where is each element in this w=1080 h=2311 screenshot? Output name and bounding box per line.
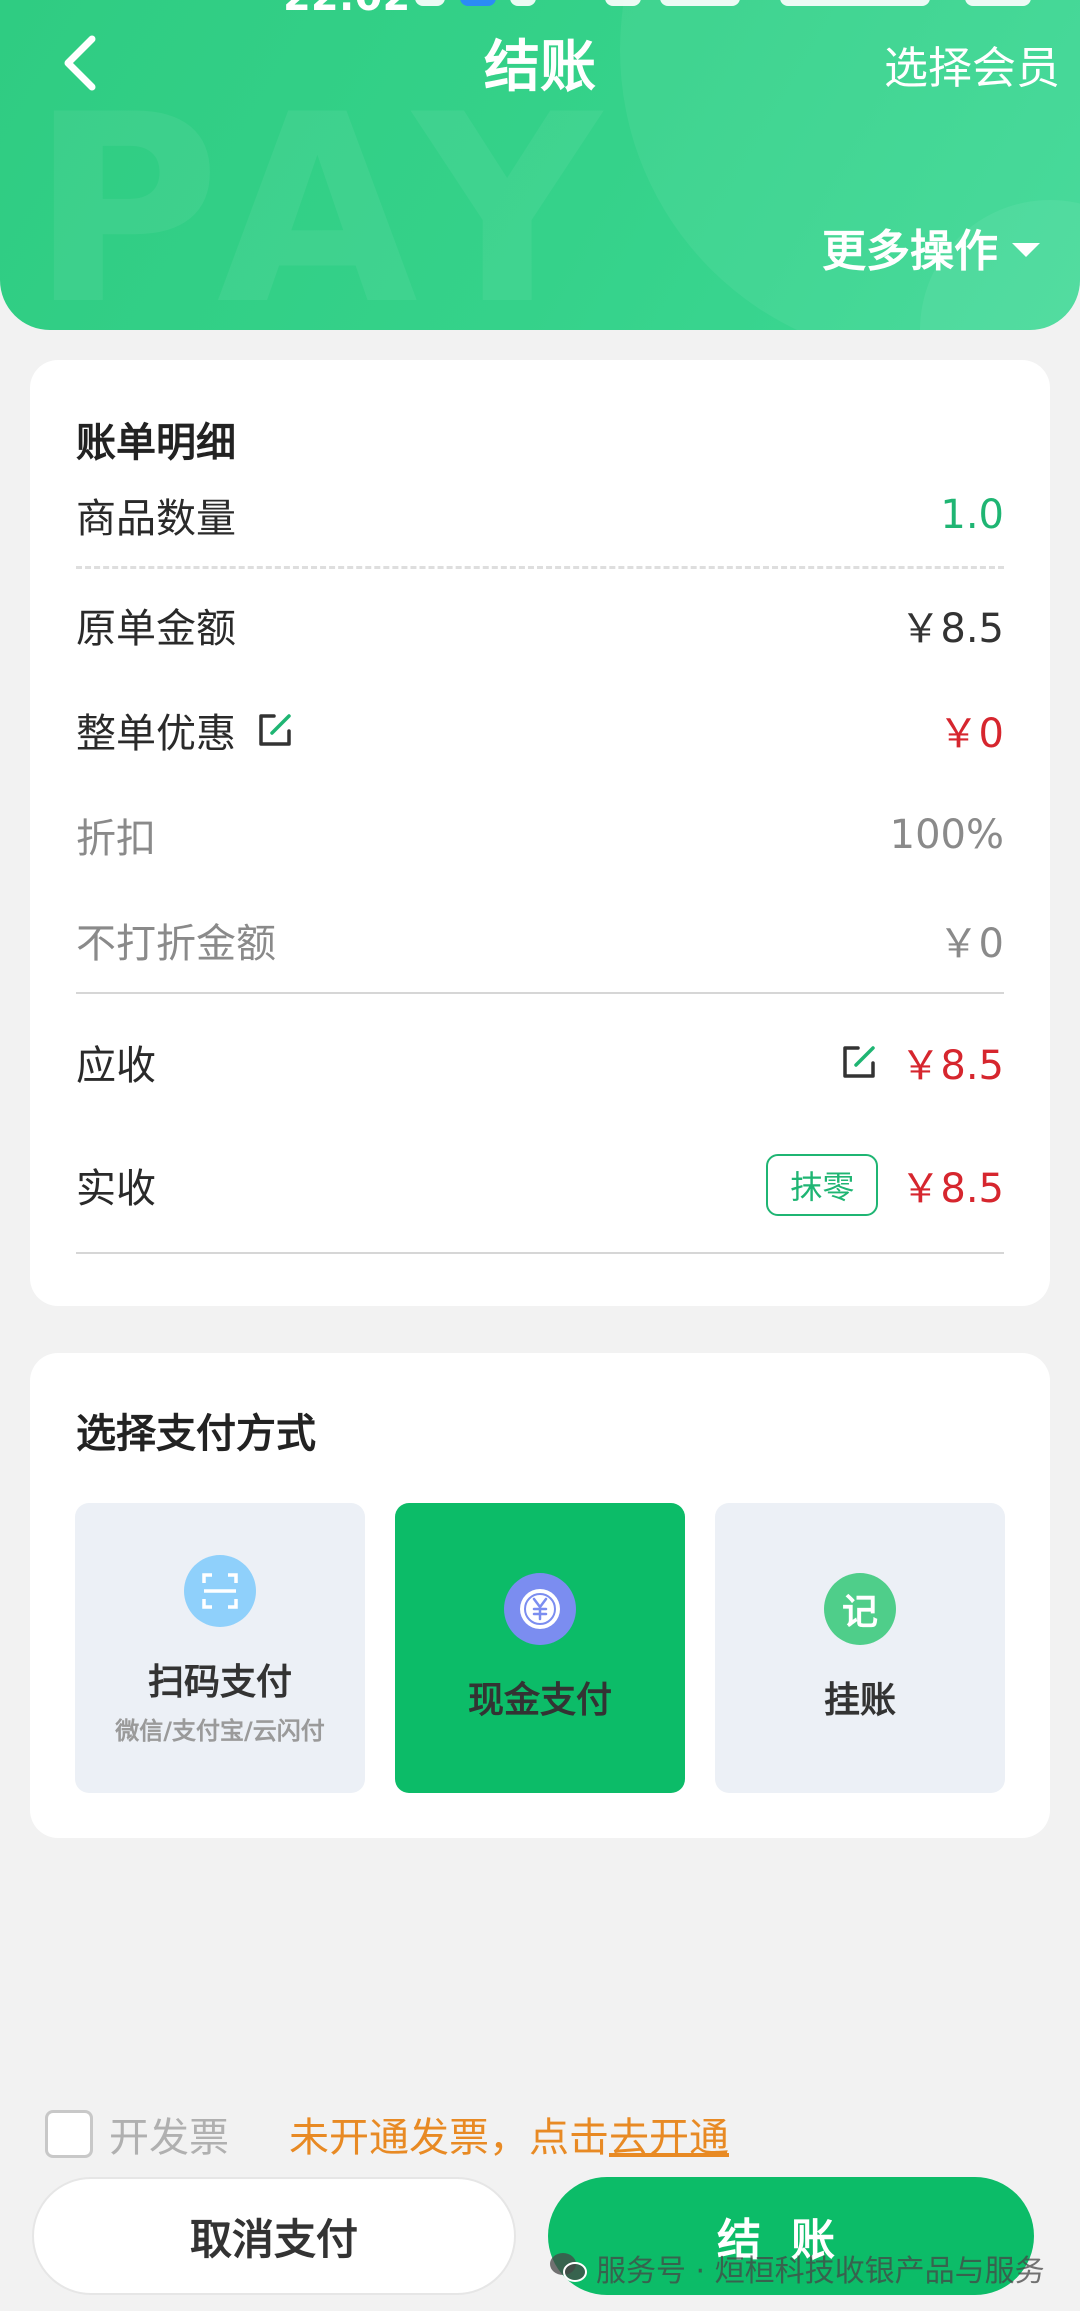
no-discount-value: ￥0 [938,921,1004,967]
wechat-icon [550,2253,587,2282]
status-bar: 22:02 [0,0,1080,20]
caret-down-icon [1012,243,1040,257]
select-member-button[interactable]: 选择会员 [884,32,1060,96]
watermark: 服务号 · 烜桓科技收银产品与服务 [548,2246,1045,2290]
scan-glyph [202,1573,238,1609]
discount-rate-value: 100% [889,812,1004,858]
invoice-row: 开发票 未开通发票，点击 去开通 [45,2105,729,2163]
receivable-value: ￥8.5 [900,1043,1004,1089]
qty-value: 1.0 [940,492,1004,538]
pay-option-scan-sub: 微信/支付宝/云闪付 [115,1717,325,1745]
whole-discount-label: 整单优惠 [76,711,236,757]
bill-details-card: 账单明细 商品数量 1.0 原单金额 ￥8.5 整单优惠 ￥0 折扣 100% … [30,360,1050,1306]
pay-option-credit[interactable]: 记 挂账 [715,1503,1005,1793]
row-original-amount: 原单金额 ￥8.5 [76,590,1004,660]
pay-option-scan-label: 扫码支付 [147,1662,292,1703]
signal-icon [780,0,930,6]
solid-divider [76,992,1004,994]
edit-icon[interactable] [840,1043,878,1081]
scan-icon [184,1555,256,1627]
watermark-text: 服务号 · 烜桓科技收银产品与服务 [596,2254,1045,2289]
more-operations-button[interactable]: 更多操作 [822,215,1040,279]
round-off-button[interactable]: 抹零 [766,1154,879,1216]
row-no-discount-amount: 不打折金额 ￥0 [76,905,1004,975]
dashed-divider [76,566,1004,569]
received-label: 实收 [76,1166,156,1212]
solid-divider [76,1252,1004,1254]
status-icon [460,0,496,6]
status-time: 22:02 [283,0,410,20]
pay-option-cash[interactable]: 现金支付 [395,1503,685,1793]
edit-icon[interactable] [256,711,294,749]
cancel-payment-button[interactable]: 取消支付 [32,2177,516,2295]
invoice-label: 开发票 [109,2115,229,2161]
status-icon [660,0,740,6]
receivable-value-group: ￥8.5 [840,1033,1004,1091]
invoice-warning: 未开通发票，点击 [289,2115,609,2161]
row-received: 实收 抹零 ￥8.5 [76,1150,1004,1220]
row-whole-discount[interactable]: 整单优惠 ￥0 [76,695,1004,765]
bill-section-title: 账单明细 [76,420,236,466]
pay-option-credit-label: 挂账 [823,1680,896,1721]
received-value-group: 抹零 ￥8.5 [766,1154,1004,1216]
received-value: ￥8.5 [900,1166,1004,1212]
whole-discount-value: ￥0 [938,711,1004,757]
cash-yuan-icon [504,1573,576,1645]
payment-method-card: 选择支付方式 扫码支付 微信/支付宝/云闪付 现金支付 记 挂账 [30,1353,1050,1838]
pay-option-scan[interactable]: 扫码支付 微信/支付宝/云闪付 [75,1503,365,1793]
more-operations-label: 更多操作 [822,226,998,277]
discount-rate-label: 折扣 [76,816,156,862]
header-bar: PAY 22:02 结账 选择会员 更多操作 [0,0,1080,330]
record-icon: 记 [824,1573,896,1645]
status-icon [510,0,536,6]
battery-icon [965,0,1031,6]
pay-option-cash-label: 现金支付 [467,1680,612,1721]
status-icon [415,0,445,6]
invoice-checkbox[interactable] [45,2110,93,2158]
row-item-qty: 商品数量 1.0 [76,480,1004,550]
whole-discount-label-group: 整单优惠 [76,701,294,759]
yuan-glyph [520,1589,560,1629]
enable-invoice-link[interactable]: 去开通 [609,2105,729,2163]
status-icon [605,0,641,6]
payment-section-title: 选择支付方式 [76,1411,316,1457]
original-amount-label: 原单金额 [76,606,236,652]
row-discount-rate: 折扣 100% [76,800,1004,870]
receivable-label: 应收 [76,1043,156,1089]
qty-label: 商品数量 [76,496,236,542]
no-discount-label: 不打折金额 [76,921,276,967]
original-amount-value: ￥8.5 [900,606,1004,652]
row-receivable[interactable]: 应收 ￥8.5 [76,1027,1004,1097]
